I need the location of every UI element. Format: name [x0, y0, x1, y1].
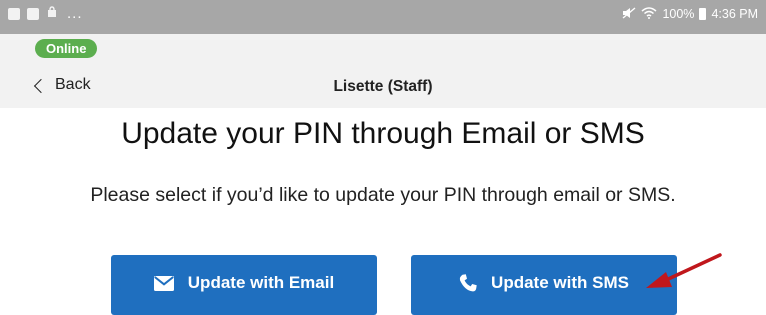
bag-icon: [46, 5, 58, 23]
annotation-arrow: [646, 253, 722, 288]
battery-level: 100%: [662, 7, 695, 21]
flipboard-icon: [27, 8, 39, 20]
system-status: 100% 4:36 PM: [622, 5, 758, 23]
email-button-label: Update with Email: [187, 273, 335, 292]
wifi-icon: [641, 6, 657, 22]
phone-icon: [459, 273, 477, 293]
envelope-icon: [153, 273, 174, 293]
clock: 4:36 PM: [711, 7, 758, 21]
status-badge: Online: [35, 39, 98, 58]
gallery-icon: [8, 8, 20, 20]
overflow-indicator: ...: [67, 5, 83, 22]
description-text: Please select if you’d like to update yo…: [90, 184, 676, 206]
main-heading: Update your PIN through Email or SMS: [121, 117, 645, 150]
battery-icon: [699, 8, 707, 20]
update-with-email-button[interactable]: Update with Email: [111, 255, 377, 315]
page-title: Lisette (Staff): [333, 78, 433, 95]
mute-icon: [622, 6, 636, 22]
status-bar: ... 100% 4:36 PM: [0, 0, 766, 34]
app-header: Online Back Lisette (Staff): [0, 34, 766, 108]
notification-icons: ...: [8, 6, 83, 22]
update-with-sms-button[interactable]: Update with SMS: [411, 255, 677, 315]
sms-button-label: Update with SMS: [491, 273, 629, 292]
